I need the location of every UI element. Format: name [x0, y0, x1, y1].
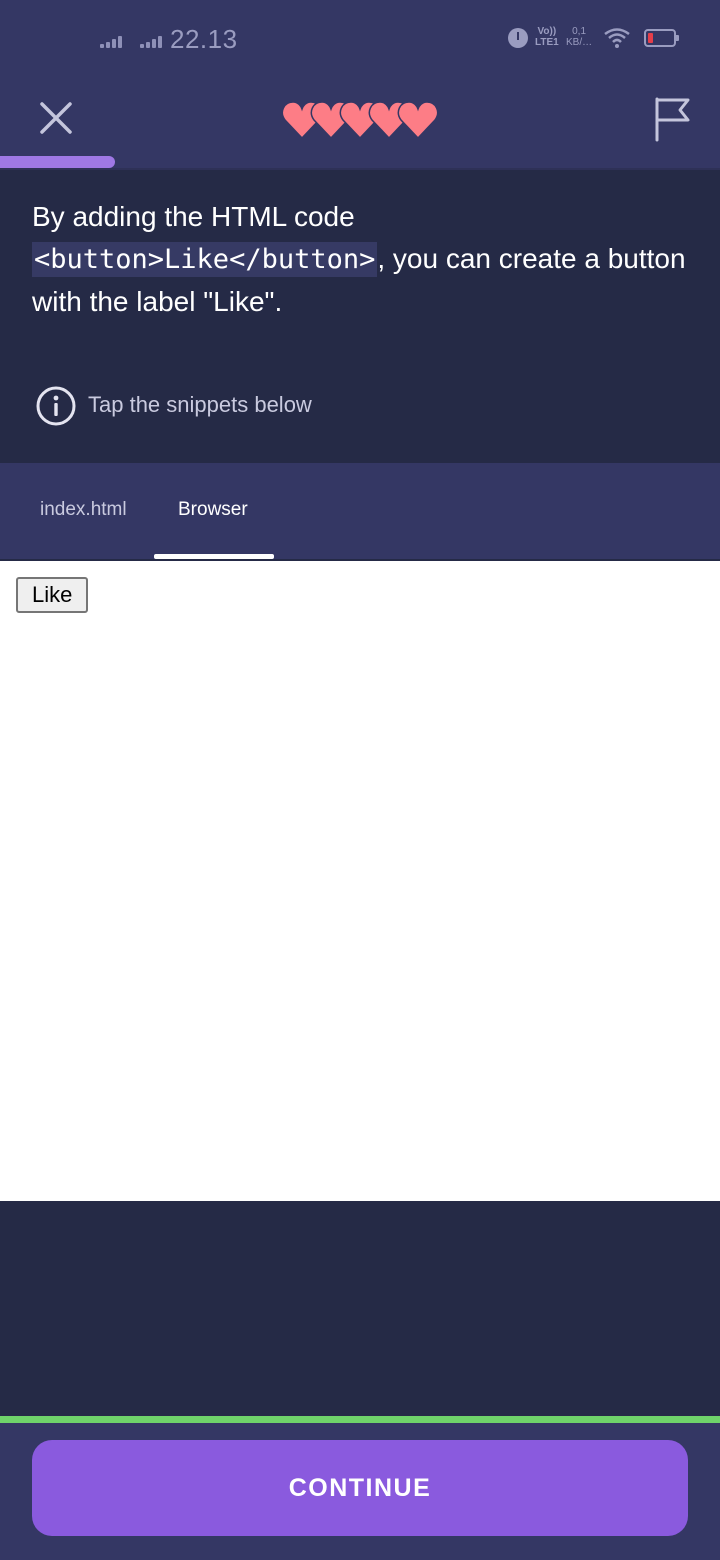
- signal-strength-icon: [100, 36, 122, 48]
- wifi-icon: [604, 28, 630, 48]
- heart-icon: [397, 101, 439, 140]
- like-button[interactable]: Like: [16, 577, 89, 613]
- status-bar-success: [0, 1416, 720, 1423]
- lives-hearts: [282, 101, 439, 140]
- battery-icon: [644, 29, 679, 47]
- network-speed: 0,1 KB/…: [566, 26, 593, 48]
- continue-button[interactable]: CONTINUE: [32, 1440, 688, 1536]
- hint-text: Tap the snippets below: [88, 392, 312, 417]
- close-icon: [40, 102, 72, 134]
- active-tab-indicator: [154, 554, 274, 559]
- signal-strength-icon: [140, 36, 162, 48]
- tab-browser[interactable]: Browser: [178, 499, 248, 521]
- lesson-text: By adding the HTML code <button>Like</bu…: [32, 201, 686, 317]
- code-snippet: <button>Like</button>: [32, 242, 378, 277]
- alarm-icon: [508, 28, 528, 48]
- flag-icon: [655, 97, 690, 142]
- close-button[interactable]: [30, 95, 82, 141]
- volte-indicator: Vo)) LTE1: [535, 26, 559, 48]
- lesson-progress-bar: [0, 156, 115, 168]
- status-time: 22.13: [170, 24, 238, 54]
- info-icon: [36, 386, 76, 426]
- tab-index-html[interactable]: index.html: [40, 499, 127, 521]
- divider: [0, 168, 720, 170]
- browser-preview: Like: [0, 561, 720, 1201]
- report-flag-button[interactable]: [650, 96, 694, 142]
